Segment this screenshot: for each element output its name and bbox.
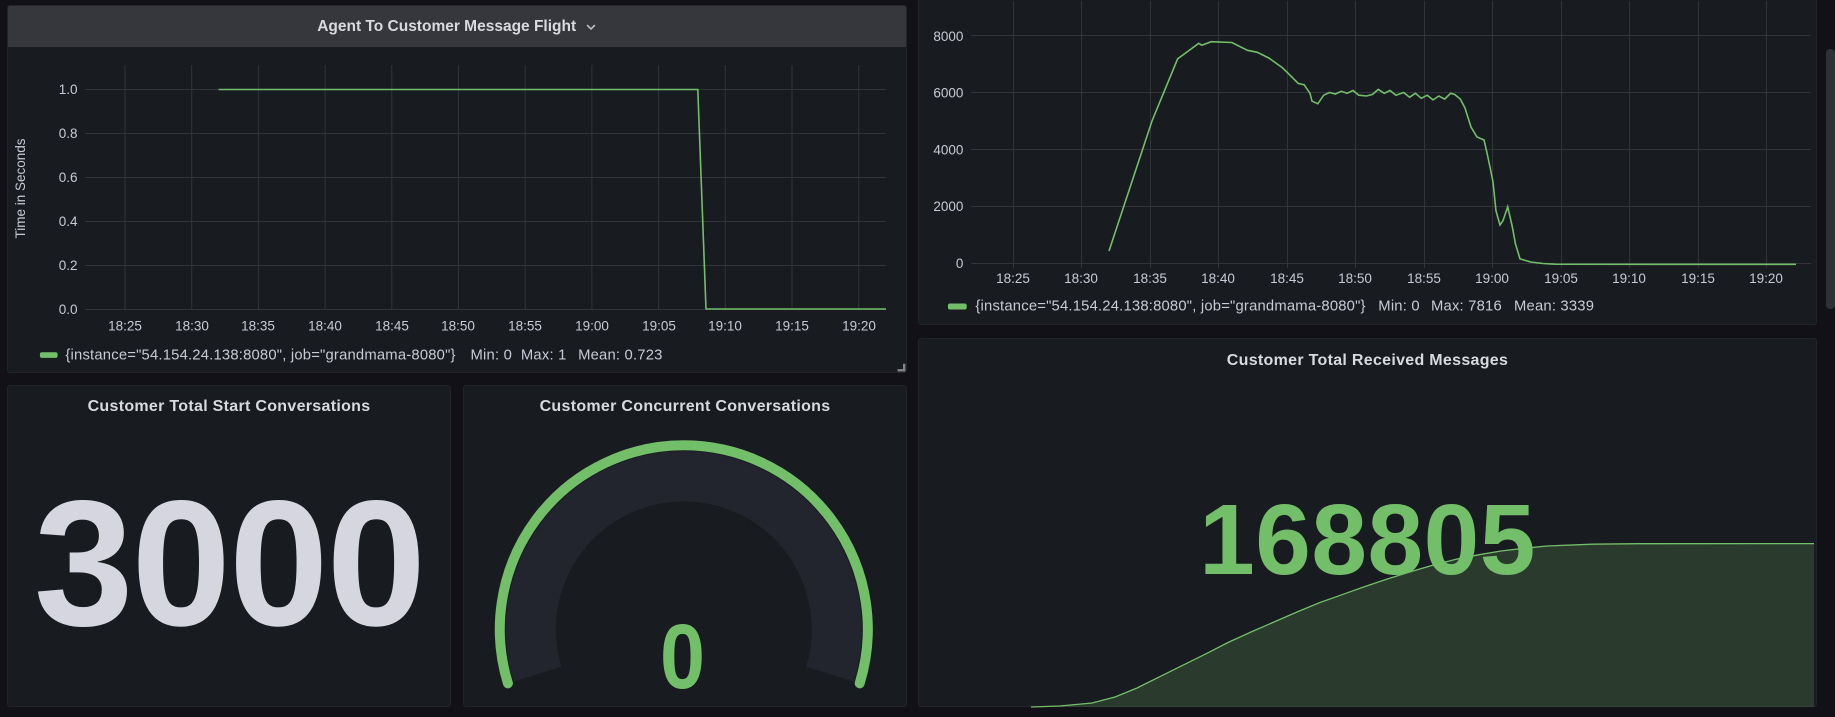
svg-text:19:00: 19:00 [575,319,609,334]
svg-text:Mean: 0.723: Mean: 0.723 [578,347,662,363]
svg-text:Min: 0: Min: 0 [471,347,513,363]
svg-text:18:25: 18:25 [996,271,1030,286]
svg-text:18:50: 18:50 [441,319,475,334]
svg-text:18:40: 18:40 [1201,271,1235,286]
svg-text:18:50: 18:50 [1338,271,1372,286]
svg-text:18:45: 18:45 [375,319,409,334]
svg-text:2000: 2000 [933,199,963,214]
svg-text:18:30: 18:30 [175,319,209,334]
svg-text:Max: 1: Max: 1 [521,347,567,363]
svg-text:19:20: 19:20 [842,319,876,334]
svg-text:{instance="54.154.24.138:8080": {instance="54.154.24.138:8080", job="gra… [65,347,455,363]
svg-text:18:35: 18:35 [1133,271,1167,286]
svg-text:0: 0 [660,606,705,708]
svg-text:0: 0 [956,256,964,271]
svg-text:0.6: 0.6 [59,170,78,185]
svg-text:4000: 4000 [933,142,963,157]
svg-text:19:15: 19:15 [1681,271,1715,286]
svg-text:18:45: 18:45 [1270,271,1304,286]
svg-text:18:35: 18:35 [241,319,275,334]
svg-text:18:30: 18:30 [1064,271,1098,286]
svg-text:19:15: 19:15 [775,319,809,334]
svg-text:19:05: 19:05 [1544,271,1578,286]
svg-text:Min: 0: Min: 0 [1378,299,1420,315]
svg-text:19:00: 19:00 [1475,271,1509,286]
svg-text:18:40: 18:40 [308,319,342,334]
svg-text:0.4: 0.4 [59,214,78,229]
svg-text:18:25: 18:25 [108,319,142,334]
svg-text:18:55: 18:55 [508,319,542,334]
svg-text:Time in Seconds: Time in Seconds [13,138,28,238]
svg-text:0.2: 0.2 [59,258,78,273]
svg-text:19:20: 19:20 [1749,271,1783,286]
svg-text:0.0: 0.0 [59,302,78,317]
svg-text:6000: 6000 [933,86,963,101]
svg-text:Max: 7816: Max: 7816 [1431,299,1502,315]
svg-text:{instance="54.154.24.138:8080": {instance="54.154.24.138:8080", job="gra… [975,299,1365,315]
svg-text:19:05: 19:05 [642,319,676,334]
svg-text:Mean: 3339: Mean: 3339 [1514,299,1594,315]
svg-text:1.0: 1.0 [59,82,78,97]
svg-text:8000: 8000 [933,29,963,44]
svg-text:19:10: 19:10 [708,319,742,334]
svg-text:18:55: 18:55 [1407,271,1441,286]
svg-text:0.8: 0.8 [59,126,78,141]
svg-text:19:10: 19:10 [1612,271,1646,286]
